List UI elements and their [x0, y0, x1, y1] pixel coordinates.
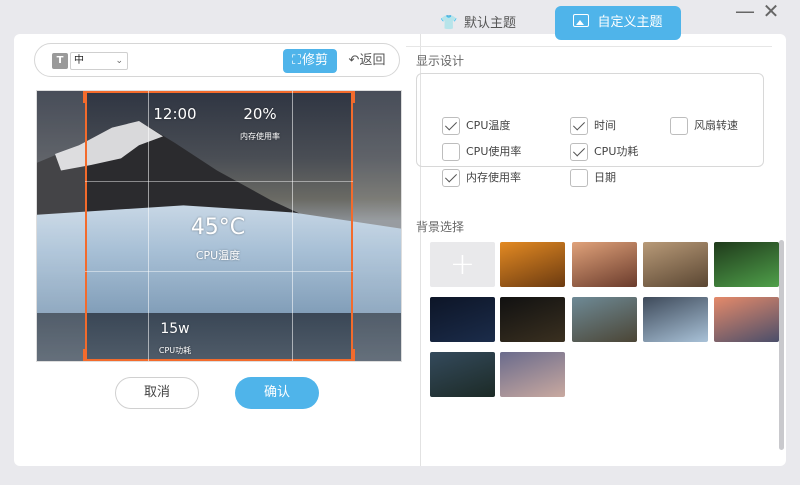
crop-icon: ⛶ [291, 53, 302, 68]
background-thumbnail[interactable] [500, 352, 565, 397]
option-cpu-usage[interactable]: CPU使用率 [442, 142, 521, 162]
option-label: 日期 [594, 171, 616, 184]
option-cpu-power[interactable]: CPU功耗 [570, 142, 638, 162]
cancel-button[interactable]: 取消 [115, 377, 199, 409]
overlay-memory-label: 内存使用率 [240, 132, 280, 141]
option-label: 风扇转速 [694, 119, 738, 132]
overlay-cpu-power-label: CPU功耗 [158, 346, 192, 355]
overlay-memory-value[interactable]: 20% [237, 105, 283, 123]
undo-label: 返回 [359, 53, 386, 68]
editor-toolbar: T 中 ⌄ ⛶修剪 ↶返回 [34, 43, 400, 77]
background-thumbnail[interactable] [572, 297, 637, 342]
background-thumbnail[interactable] [572, 242, 637, 287]
crop-grid-line [148, 91, 149, 361]
crop-button[interactable]: ⛶修剪 [283, 49, 337, 73]
checkbox[interactable] [442, 169, 460, 187]
crop-grid-line [85, 271, 353, 272]
overlay-time[interactable]: 12:00 [149, 105, 201, 123]
checkbox[interactable] [570, 143, 588, 161]
confirm-button[interactable]: 确认 [235, 377, 319, 409]
tab-default-theme-label: 默认主题 [464, 16, 517, 31]
background-thumbnail[interactable] [500, 297, 565, 342]
tab-default-theme[interactable]: 👕 默认主题 [440, 6, 540, 40]
close-button[interactable]: ✕ [760, 1, 782, 22]
checkbox[interactable] [570, 169, 588, 187]
option-label: 时间 [594, 119, 616, 132]
option-label: 内存使用率 [466, 171, 521, 184]
background-thumbnail[interactable] [643, 297, 708, 342]
option-label: CPU功耗 [594, 145, 639, 158]
crop-label: 修剪 [302, 53, 329, 68]
crop-handle-top-right[interactable] [341, 91, 355, 103]
display-settings-title: 显示设计 [416, 54, 465, 68]
background-thumbnail[interactable] [714, 242, 779, 287]
background-thumbnail[interactable] [714, 297, 779, 342]
background-thumbnail[interactable] [500, 242, 565, 287]
option-time[interactable]: 时间 [570, 116, 616, 136]
tabs-underline [406, 46, 772, 47]
background-thumbnail[interactable] [430, 352, 495, 397]
checkbox[interactable] [442, 143, 460, 161]
crop-handle-top-left[interactable] [83, 91, 97, 103]
font-size-icon: T [52, 53, 68, 69]
crop-mask-left [37, 91, 85, 361]
image-icon [573, 14, 590, 27]
tab-custom-theme-label: 自定义主题 [597, 15, 663, 30]
option-cpu-temp[interactable]: CPU温度 [442, 116, 510, 136]
background-thumbnail[interactable] [430, 297, 495, 342]
font-size-value: 中 [74, 55, 84, 66]
crop-handle-bottom-right[interactable] [341, 349, 355, 361]
overlay-cpu-temp-value[interactable]: 45°C [187, 215, 249, 240]
checkbox[interactable] [442, 117, 460, 135]
chevron-down-icon: ⌄ [115, 56, 123, 66]
undo-button[interactable]: ↶返回 [343, 49, 391, 73]
tab-custom-theme[interactable]: 自定义主题 [555, 6, 681, 40]
add-background-button[interactable]: + [430, 242, 495, 287]
option-label: CPU使用率 [466, 145, 522, 158]
option-label: CPU温度 [466, 119, 511, 132]
undo-icon: ↶ [348, 53, 360, 68]
overlay-cpu-power-value[interactable]: 15w [155, 321, 195, 337]
crop-handle-bottom-left[interactable] [83, 349, 97, 361]
image-preview[interactable]: 12:00 20% 内存使用率 45°C CPU温度 15w CPU功耗 [36, 90, 402, 362]
crop-grid-line [85, 181, 353, 182]
option-fan-speed[interactable]: 风扇转速 [670, 116, 738, 136]
tshirt-icon: 👕 [440, 15, 458, 31]
checkbox[interactable] [670, 117, 688, 135]
option-memory-usage[interactable]: 内存使用率 [442, 168, 521, 188]
minimize-button[interactable]: — [734, 1, 756, 22]
checkbox[interactable] [570, 117, 588, 135]
background-thumbnail[interactable] [643, 242, 708, 287]
vertical-scrollbar[interactable] [779, 240, 784, 450]
overlay-cpu-temp-label: CPU温度 [195, 249, 241, 262]
crop-grid-line [292, 91, 293, 361]
font-size-select[interactable]: 中 ⌄ [70, 52, 128, 70]
background-selection-title: 背景选择 [416, 220, 465, 234]
crop-mask-right [353, 91, 401, 361]
option-date[interactable]: 日期 [570, 168, 616, 188]
